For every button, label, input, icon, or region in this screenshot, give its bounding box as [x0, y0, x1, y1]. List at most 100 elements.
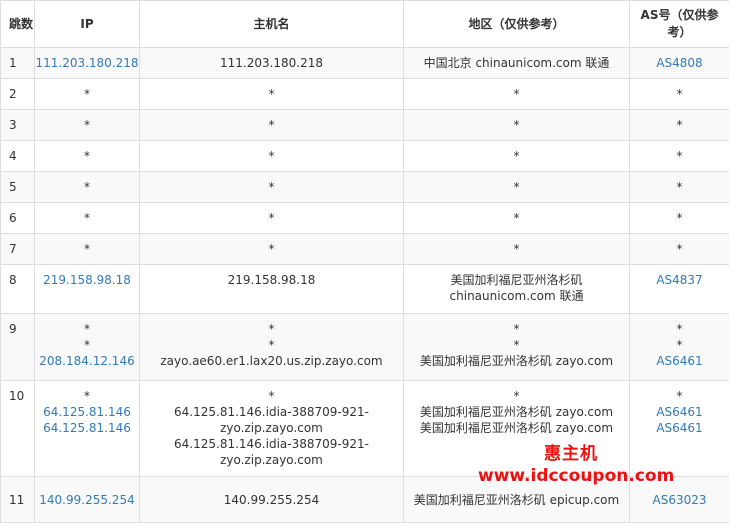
table-row: 3 * * * *: [0, 109, 729, 141]
cell-text: *: [676, 242, 683, 256]
cell-text: 美国加利福尼亚州洛杉矶 epicup.com: [413, 492, 620, 507]
ip-link[interactable]: 111.203.180.218: [35, 55, 139, 71]
cell-text: *: [676, 87, 683, 101]
cell-text: *: [513, 149, 520, 163]
cell-text: *: [84, 211, 90, 225]
cell-text: *: [268, 180, 275, 194]
table-row: 1 111.203.180.218 111.203.180.218 中国北京 chin…: [0, 47, 729, 79]
hop-number: 5: [0, 171, 35, 203]
cell-text: *: [268, 118, 275, 132]
cell-text: *: [268, 389, 275, 403]
hostname-cell: * 64.125.81.146.idia-388709-921- zyo.zip.z…: [139, 380, 404, 477]
ip-cell: 140.99.255.254: [34, 476, 140, 523]
hostname-cell: *: [139, 202, 404, 234]
hop-number: 9: [0, 313, 35, 381]
cell-text: *: [268, 87, 275, 101]
header-host: 主机名: [139, 0, 404, 48]
cell-text: *: [676, 211, 683, 225]
ip-link[interactable]: 64.125.81.146: [35, 420, 139, 436]
region-cell: *: [403, 233, 630, 265]
ip-cell: *: [34, 78, 140, 110]
table-row: 7 * * * *: [0, 233, 729, 265]
cell-text: *: [84, 322, 90, 336]
hop-number: 3: [0, 109, 35, 141]
cell-text: *: [84, 338, 90, 352]
region-cell: *: [403, 109, 630, 141]
ip-link[interactable]: 208.184.12.146: [35, 353, 139, 369]
as-link[interactable]: AS4837: [630, 272, 729, 288]
cell-text: *: [84, 149, 90, 163]
cell-text: 64.125.81.146.idia-388709-921-: [174, 437, 369, 451]
hostname-cell: *: [139, 171, 404, 203]
cell-text: *: [84, 118, 90, 132]
hop-number: 6: [0, 202, 35, 234]
as-cell: *: [629, 109, 729, 141]
hostname-cell: 140.99.255.254: [139, 476, 404, 523]
as-cell: *: [629, 78, 729, 110]
table-row: 2 * * * *: [0, 78, 729, 110]
cell-text: zyo.zip.zayo.com: [220, 421, 323, 435]
cell-text: zyo.zip.zayo.com: [220, 453, 323, 467]
cell-text: *: [513, 211, 520, 225]
ip-cell: 219.158.98.18: [34, 264, 140, 314]
cell-text: 中国北京 chinaunicom.com 联通: [423, 56, 610, 70]
hop-number: 2: [0, 78, 35, 110]
hostname-cell: 111.203.180.218: [139, 47, 404, 79]
region-cell: *: [403, 171, 630, 203]
ip-link[interactable]: 64.125.81.146: [35, 404, 139, 420]
cell-text: 140.99.255.254: [223, 492, 320, 507]
region-cell: *: [403, 78, 630, 110]
region-cell: 中国北京 chinaunicom.com 联通: [403, 47, 630, 79]
cell-text: *: [84, 242, 90, 256]
hop-number: 4: [0, 140, 35, 172]
as-cell: * AS6461 AS6461: [629, 380, 729, 477]
as-cell: * * AS6461: [629, 313, 729, 381]
hostname-cell: * * zayo.ae60.er1.lax20.us.zip.zayo.com: [139, 313, 404, 381]
as-link[interactable]: AS4808: [630, 55, 729, 71]
cell-text: 美国加利福尼亚州洛杉矶: [450, 273, 583, 287]
as-cell: *: [629, 171, 729, 203]
as-link[interactable]: AS6461: [630, 404, 729, 420]
as-cell: AS4837: [629, 264, 729, 314]
cell-text: *: [513, 87, 520, 101]
region-cell: 美国加利福尼亚州洛杉矶 chinaunicom.com 联通: [403, 264, 630, 314]
ip-cell: *: [34, 233, 140, 265]
cell-text: 111.203.180.218: [219, 56, 324, 70]
cell-text: chinaunicom.com 联通: [449, 289, 584, 303]
ip-link[interactable]: 140.99.255.254: [35, 492, 139, 508]
hop-number: 11: [0, 476, 35, 523]
ip-cell: *: [34, 109, 140, 141]
cell-text: 美国加利福尼亚州洛杉矶 zayo.com: [419, 421, 614, 435]
cell-text: *: [676, 149, 683, 163]
watermark-brand: 惠主机: [544, 444, 598, 464]
cell-text: *: [513, 118, 520, 132]
table-row: 10 * 64.125.81.146 64.125.81.146 * 64.125.81.…: [0, 380, 729, 477]
watermark-url: www.idccoupon.com: [478, 466, 675, 486]
cell-text: *: [513, 338, 520, 352]
table-row: 4 * * * *: [0, 140, 729, 172]
as-link[interactable]: AS63023: [630, 492, 729, 508]
cell-text: *: [513, 322, 520, 336]
hostname-cell: *: [139, 109, 404, 141]
as-link[interactable]: AS6461: [630, 353, 729, 369]
table-row: 8 219.158.98.18 219.158.98.18 美国加利福尼亚州洛杉矶 ch…: [0, 264, 729, 314]
ip-cell: *: [34, 202, 140, 234]
cell-text: *: [676, 118, 683, 132]
cell-text: 美国加利福尼亚州洛杉矶 zayo.com: [419, 405, 614, 419]
table-row: 9 * * 208.184.12.146 * * zayo.ae60.er1.lax20.u…: [0, 313, 729, 381]
cell-text: *: [268, 211, 275, 225]
as-link[interactable]: AS6461: [630, 420, 729, 436]
cell-text: 219.158.98.18: [227, 273, 316, 287]
table-header-row: 跳数 IP 主机名 地区（仅供参考） AS号（仅供参考）: [0, 0, 729, 48]
cell-text: *: [513, 389, 520, 403]
cell-text: zayo.ae60.er1.lax20.us.zip.zayo.com: [160, 354, 383, 368]
header-as: AS号（仅供参考）: [629, 0, 729, 48]
region-cell: *: [403, 202, 630, 234]
cell-text: *: [676, 180, 683, 194]
cell-text: *: [513, 242, 520, 256]
ip-cell: *: [34, 140, 140, 172]
hostname-cell: *: [139, 233, 404, 265]
ip-link[interactable]: 219.158.98.18: [35, 272, 139, 288]
ip-cell: * 64.125.81.146 64.125.81.146: [34, 380, 140, 477]
cell-text: *: [676, 338, 683, 352]
